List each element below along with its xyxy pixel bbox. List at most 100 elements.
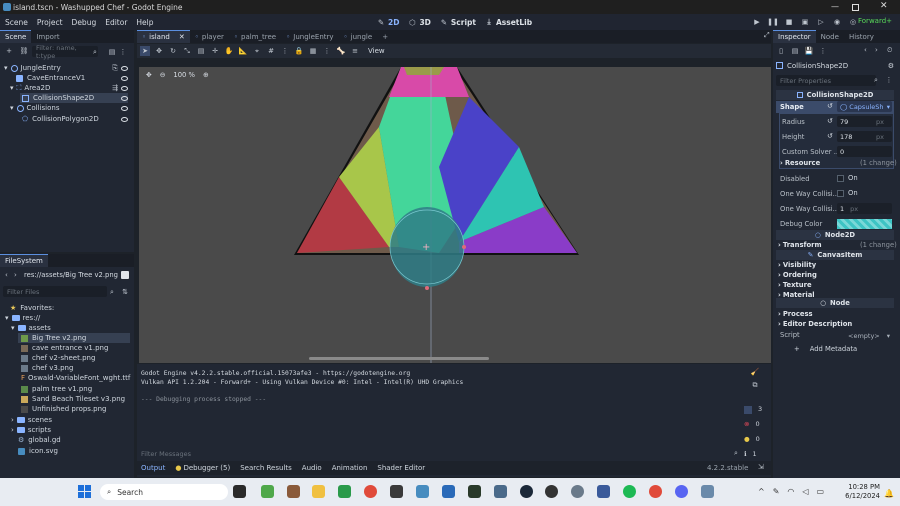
signal-icon[interactable]: ⇶ <box>110 83 120 93</box>
fs-file[interactable]: Big Tree v2.png <box>18 333 130 343</box>
godot-icon[interactable] <box>416 485 429 498</box>
tab-animation[interactable]: Animation <box>332 464 368 472</box>
tree-node-area2d[interactable]: ▾ ⛶ Area2D <box>10 83 50 93</box>
zoom-out-icon[interactable]: ⊖ <box>160 71 166 79</box>
fs-folder-scripts[interactable]: › scripts <box>11 425 51 435</box>
visibility-eye-icon[interactable] <box>121 86 128 91</box>
maximize-icon[interactable] <box>852 4 859 11</box>
script-attach-icon[interactable]: ▤ <box>107 47 117 57</box>
layout-icon[interactable]: ≡ <box>350 46 360 56</box>
transform-section[interactable]: › Transform (1 change) <box>778 239 897 250</box>
app-icon[interactable] <box>442 485 455 498</box>
pan-mode-icon[interactable]: ✋ <box>224 46 234 56</box>
tab-shader-editor[interactable]: Shader Editor <box>377 464 425 472</box>
warning-count[interactable]: ● 0 <box>744 432 762 447</box>
forward-icon[interactable]: › <box>14 271 17 279</box>
stop-icon[interactable]: ■ <box>784 17 794 27</box>
task-view-icon[interactable] <box>233 485 246 498</box>
rotate-mode-icon[interactable]: ↻ <box>168 46 178 56</box>
tree-node-collisionpolygon2d[interactable]: ⬠ CollisionPolygon2D <box>20 114 99 124</box>
resource-section[interactable]: › Resource (1 change) <box>780 157 897 168</box>
visibility-eye-icon[interactable] <box>121 76 128 81</box>
disabled-checkbox[interactable]: On <box>837 174 858 182</box>
visibility-eye-icon[interactable] <box>121 117 128 122</box>
fs-file[interactable]: icon.svg <box>18 446 58 456</box>
script-field[interactable]: <empty> ▾ <box>837 330 892 341</box>
remote-debug-icon[interactable]: ▣ <box>800 17 810 27</box>
toggle-menu-icon[interactable]: ✥ <box>146 71 152 79</box>
log-count[interactable]: 3 <box>744 402 762 417</box>
scene-menu-icon[interactable]: ⋮ <box>118 47 128 57</box>
filesystem-filter-input[interactable]: Filter Files <box>3 286 107 297</box>
back-icon[interactable]: ‹ <box>5 271 8 279</box>
move-mode-icon[interactable]: ✥ <box>154 46 164 56</box>
snap-options-icon[interactable]: ⋮ <box>280 46 290 56</box>
add-node-icon[interactable]: + <box>4 46 14 56</box>
app-grid-icon[interactable] <box>338 485 351 498</box>
minimize-icon[interactable]: — <box>831 2 839 11</box>
volume-icon[interactable]: ◁ <box>802 487 808 496</box>
output-filter-input[interactable]: Filter Messages <box>137 448 727 459</box>
close-icon[interactable]: ✕ <box>880 1 888 11</box>
instance-icon[interactable]: ⎘ <box>110 63 120 73</box>
tab-inspector[interactable]: Inspector <box>773 30 816 43</box>
tree-node-jungleentry[interactable]: ▾ JungleEntry <box>4 63 61 73</box>
editor-tab-island[interactable]: ◦ island ✕ <box>137 30 190 43</box>
app-icon[interactable] <box>390 485 403 498</box>
new-tab-icon[interactable]: + <box>377 30 393 43</box>
save-resource-icon[interactable]: 💾 <box>804 46 814 56</box>
inspector-object-selector[interactable]: CollisionShape2D ⚙ <box>776 60 894 71</box>
pivot-icon[interactable]: ✛ <box>210 46 220 56</box>
chrome-icon[interactable] <box>364 485 377 498</box>
clear-output-icon[interactable]: 🧹 <box>750 367 760 377</box>
distraction-free-icon[interactable]: ⤢ <box>764 31 770 40</box>
object-menu-icon[interactable]: ⚙ <box>888 62 894 70</box>
steam-icon[interactable] <box>520 485 533 498</box>
scene-filter-input[interactable]: Filter: name, t:type <box>32 44 98 60</box>
oneway-checkbox[interactable]: On <box>837 189 858 197</box>
fs-file[interactable]: cave entrance v1.png <box>21 343 108 353</box>
app-icon[interactable] <box>494 485 507 498</box>
add-metadata-button[interactable]: + Add Metadata <box>794 345 857 353</box>
editor-tab-jungleentry[interactable]: ◦ JungleEntry <box>281 30 338 43</box>
lock-icon[interactable]: 🔒 <box>294 46 304 56</box>
fs-folder-assets[interactable]: ▾ assets <box>11 323 51 333</box>
fs-file[interactable]: Sand Beach Tileset v3.png <box>21 394 125 404</box>
play-scene-icon[interactable]: ▷ <box>816 17 826 27</box>
settings-icon[interactable] <box>571 485 584 498</box>
ruler-icon[interactable]: 📐 <box>238 46 248 56</box>
chrome-icon[interactable] <box>649 485 662 498</box>
chevron-up-icon[interactable]: ^ <box>758 487 765 496</box>
play-custom-icon[interactable]: ◉ <box>832 17 842 27</box>
new-resource-icon[interactable]: ▯ <box>776 46 786 56</box>
view-menu[interactable]: View <box>368 47 385 55</box>
fs-file[interactable]: palm tree v1.png <box>21 384 92 394</box>
fs-file[interactable]: ⚙ global.gd <box>18 435 61 445</box>
list-select-icon[interactable]: ▤ <box>196 46 206 56</box>
workspace-assetlib[interactable]: ⤓ AssetLib <box>484 17 532 27</box>
scale-mode-icon[interactable]: ⤡ <box>182 46 192 56</box>
radius-field[interactable]: 79 px <box>837 116 892 127</box>
tab-output[interactable]: Output <box>141 464 165 472</box>
shape-resource-field[interactable]: ◯ CapsuleSh ▾ <box>837 101 892 112</box>
notification-bell-icon[interactable]: 🔔 <box>884 489 894 498</box>
workspace-3d[interactable]: ⬡ 3D <box>407 17 431 27</box>
skeleton-icon[interactable]: ⋮ <box>322 46 332 56</box>
sort-icon[interactable]: ⇅ <box>120 287 130 297</box>
play-icon[interactable]: ▶ <box>752 17 762 27</box>
editor-count[interactable]: ℹ1 <box>744 447 762 462</box>
editor-description-section[interactable]: › Editor Description <box>778 318 852 329</box>
menu-project[interactable]: Project <box>37 18 63 27</box>
tab-node[interactable]: Node <box>816 30 844 43</box>
revert-icon[interactable]: ↺ <box>827 117 833 125</box>
fs-file[interactable]: chef v2-sheet.png <box>21 353 95 363</box>
split-mode-icon[interactable] <box>121 271 129 279</box>
select-mode-icon[interactable]: ➤ <box>140 46 150 56</box>
clock[interactable]: 10:28 PM 6/12/2024 <box>838 483 880 501</box>
discord-icon[interactable] <box>675 485 688 498</box>
editor-tab-player[interactable]: ◦ player <box>190 30 229 43</box>
group-icon[interactable]: ▦ <box>308 46 318 56</box>
inspector-filter-input[interactable]: Filter Properties <box>776 75 876 86</box>
smart-snap-icon[interactable]: ⌖ <box>252 46 262 56</box>
panel-toggle-icon[interactable]: ⇲ <box>758 463 764 471</box>
